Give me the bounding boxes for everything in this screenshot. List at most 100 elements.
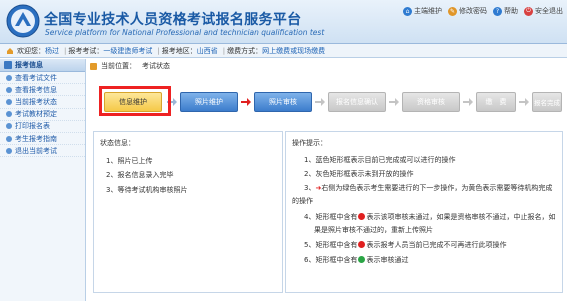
step-confirm-info: 报名信息确认 [328,92,386,112]
bullet-icon [6,111,12,118]
key-icon: ✎ [448,6,457,16]
header: 全国专业技术人员资格考试报名服务平台 Service platform for … [0,0,567,44]
exam-label: 报考考试： [68,46,104,55]
bullet-icon [6,74,12,81]
sidebar-item-label: 当前报考状态 [15,97,57,106]
step-label: 报名完成 [534,99,560,107]
help-line-text: 表示报考人员当前已完成不可再进行此项操作 [366,241,507,249]
help-line: 5、矩形框中含有 表示报考人员当前已完成不可再进行此项操作 [304,240,506,250]
bullet-icon [6,135,12,142]
user-icon [7,47,13,54]
logout-label: 安全退出 [535,7,563,15]
separator: | [222,46,226,55]
status-line: 2、报名信息录入完毕 [106,171,174,179]
arrow-right-icon [241,98,251,106]
help-line: 6、矩形框中含有 表示审核通过 [304,255,408,265]
step-photo-review[interactable]: 照片审核 [254,92,312,112]
sidebar-item-exam-files[interactable]: 查看考试文件 [0,72,85,85]
help-link[interactable]: ? 帮助 [493,6,518,16]
change-password-label: 修改密码 [459,7,487,15]
step-label: 报名信息确认 [336,98,378,106]
breadcrumb: 当前位置： 考试状态 [90,60,170,72]
help-line-text: 表示该项审核未通过，如果是资格审核不通过，中止报名，如 [366,213,556,221]
arrow-right-icon [519,98,529,106]
pay-label: 缴费方式： [227,46,263,55]
top-actions: ⌂ 主端维护 ✎ 修改密码 ? 帮助 ⏻ 安全退出 [403,6,563,16]
sidebar-item-guide[interactable]: 考生报考指南 [0,133,85,146]
exam-value: 一级建造师考试 [103,46,153,55]
status-panel-title: 状态信息： [100,139,135,147]
step-label: 资格审核 [417,98,445,106]
help-line-prefix: 5、矩形框中含有 [304,241,358,249]
status-line: 1、照片已上传 [106,157,153,165]
logout-link[interactable]: ⏻ 安全退出 [524,6,563,16]
sidebar-item-exit-exam[interactable]: 退出当前考试 [0,145,85,158]
help-line-prefix: 4、矩形框中含有 [304,213,358,221]
arrow-right-icon [389,98,399,106]
sidebar-item-label: 考生报考指南 [15,134,57,143]
sidebar-item-label: 打印报名表 [15,122,50,131]
sidebar-header: 报考信息 [0,59,85,72]
sidebar: 报考信息 查看考试文件 查看报考信息 当前报考状态 考试教材预定 打印报名表 考… [0,59,86,301]
maintain-link[interactable]: ⌂ 主端维护 [403,6,442,16]
separator: | [157,46,160,55]
sidebar-item-view-info[interactable]: 查看报考信息 [0,84,85,97]
pay-value: 网上缴费或现场缴费 [262,46,326,55]
status-panel: 状态信息： 1、照片已上传 2、报名信息录入完毕 3、等待考试机构审核照片 [93,131,283,293]
sidebar-item-label: 查看考试文件 [15,73,57,82]
help-line: 的操作 [292,197,313,205]
help-label: 帮助 [504,7,518,15]
user-info-bar: 欢迎您： 杨过 | 报考考试： 一级建造师考试 | 报考地区： 山西省 | 缴费… [0,44,567,58]
sidebar-item-print-form[interactable]: 打印报名表 [0,121,85,133]
sidebar-header-label: 报考信息 [15,61,43,69]
help-panel: 操作提示： 1、蓝色矩形框表示目前已完成或可以进行的操作 2、灰色矩形框表示未到… [285,131,563,293]
reject-dot-icon [358,213,366,220]
step-qualification-review: 资格审核 [402,92,460,112]
bullet-icon [6,123,12,130]
pass-dot-icon [358,256,366,263]
breadcrumb-current: 考试状态 [142,62,170,70]
page: 全国专业技术人员资格考试报名服务平台 Service platform for … [0,0,567,301]
region-value: 山西省 [196,46,218,55]
step-payment: 缴 费 [476,92,516,112]
step-label: 照片审核 [269,98,297,106]
bullet-icon [6,86,12,93]
help-line-text: 右侧为绿色表示考生需要进行的下一步操作，为黄色表示需要等待机构完成 [321,184,553,192]
sidebar-item-label: 查看报考信息 [15,85,57,94]
help-line: 4、矩形框中含有 表示该项审核未通过，如果是资格审核不通过，中止报名，如 [304,212,555,222]
step-complete: 报名完成 [532,92,562,112]
platform-title: 全国专业技术人员资格考试报名服务平台 [44,12,302,28]
sidebar-item-label: 考试教材预定 [15,110,57,119]
help-line-text: 表示审核通过 [366,256,409,264]
separator: | [64,46,67,55]
help-line-prefix: 6、矩形框中含有 [304,256,358,264]
sidebar-item-current-status[interactable]: 当前报考状态 [0,96,85,109]
platform-logo-icon [6,4,40,38]
done-dot-icon [358,241,366,248]
step-label: 照片维护 [195,98,223,106]
step-label: 缴 费 [485,98,507,106]
platform-subtitle: Service platform for National Profession… [45,28,325,37]
sidebar-item-textbook[interactable]: 考试教材预定 [0,109,85,121]
bullet-icon [6,147,12,154]
help-line: 果是照片审核不通过的，重新上传照片 [314,226,433,234]
user-name: 杨过 [45,46,59,55]
help-line: 3、➜右侧为绿色表示考生需要进行的下一步操作，为黄色表示需要等待机构完成 [304,183,552,193]
power-icon: ⏻ [524,6,533,16]
breadcrumb-label: 当前位置： [101,62,136,70]
location-icon [90,62,97,70]
folder-icon [4,61,12,69]
help-line-prefix: 3、 [304,184,316,192]
help-icon: ? [493,6,502,16]
highlight-frame [99,86,171,116]
help-panel-title: 操作提示： [292,139,327,147]
maintain-label: 主端维护 [414,7,442,15]
change-password-link[interactable]: ✎ 修改密码 [448,6,487,16]
help-line: 2、灰色矩形框表示未到开放的操作 [304,170,414,178]
region-label: 报考地区： [161,46,197,55]
bullet-icon [6,98,12,105]
sidebar-item-label: 退出当前考试 [15,146,57,155]
step-photo-maintain[interactable]: 照片维护 [180,92,238,112]
arrow-right-icon [315,98,325,106]
help-line: 1、蓝色矩形框表示目前已完成或可以进行的操作 [304,156,456,164]
